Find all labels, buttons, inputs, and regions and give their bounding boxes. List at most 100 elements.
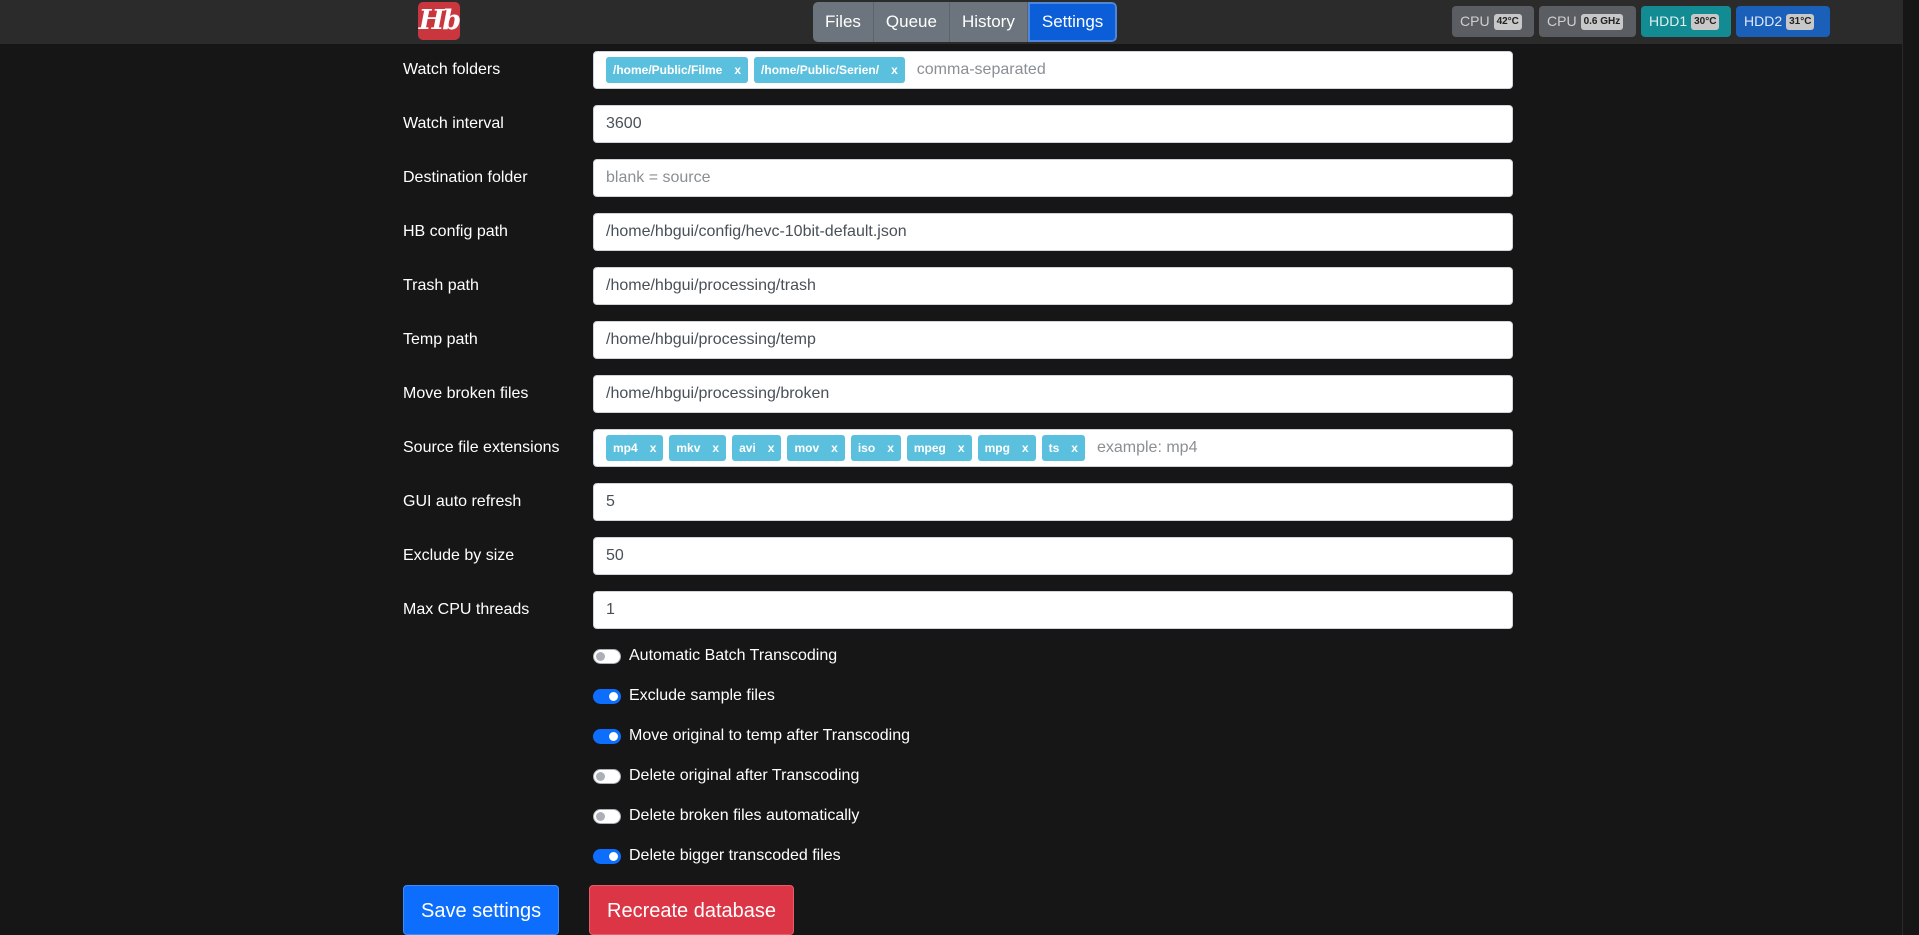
toggle-label: Delete bigger transcoded files <box>629 847 841 864</box>
switch-toggle[interactable] <box>593 728 621 744</box>
toggle-label: Delete broken files automatically <box>629 807 860 824</box>
tag-remove-icon[interactable]: x <box>1022 435 1029 461</box>
status-badges: CPU 42°C CPU 0.6 GHz HDD1 30°C HDD2 31°C <box>1452 6 1835 37</box>
trash-path-label: Trash path <box>403 277 479 294</box>
switch-toggle[interactable] <box>593 768 621 784</box>
cpu-temp-badge: CPU 42°C <box>1452 6 1534 37</box>
badge-label: HDD1 <box>1649 13 1688 29</box>
extension-tag: mkv x <box>669 435 727 461</box>
tag-remove-icon[interactable]: x <box>712 435 719 461</box>
move-broken-files-input[interactable]: /home/hbgui/processing/broken <box>593 375 1513 413</box>
toggle-label: Delete original after Transcoding <box>629 767 860 784</box>
source-file-extensions-label: Source file extensions <box>403 439 560 456</box>
toggle-exclude-sample-files[interactable]: Exclude sample files <box>593 684 775 708</box>
extension-tag: ts x <box>1041 435 1085 461</box>
main-nav-tabs: Files Queue History Settings <box>813 2 1118 42</box>
tag-text: mp4 <box>613 441 638 455</box>
watch-folders-input[interactable]: /home/Public/Filme x /home/Public/Serien… <box>593 51 1513 89</box>
watch-folders-row: Watch folders /home/Public/Filme x /home… <box>403 51 1513 89</box>
switch-toggle[interactable] <box>593 688 621 704</box>
toggle-delete-original[interactable]: Delete original after Transcoding <box>593 764 859 788</box>
extension-tag: mp4 x <box>606 435 664 461</box>
tag-remove-icon[interactable]: x <box>891 57 898 83</box>
max-cpu-threads-row: Max CPU threads 1 <box>403 591 1513 629</box>
badge-value: 31°C <box>1786 13 1815 30</box>
trash-path-input[interactable]: /home/hbgui/processing/trash <box>593 267 1513 305</box>
tag-remove-icon[interactable]: x <box>650 435 657 461</box>
watch-folders-label: Watch folders <box>403 61 501 78</box>
toggle-delete-broken-files[interactable]: Delete broken files automatically <box>593 804 859 828</box>
exclude-by-size-input[interactable]: 50 <box>593 537 1513 575</box>
move-broken-files-row: Move broken files /home/hbgui/processing… <box>403 375 1513 413</box>
max-cpu-threads-label: Max CPU threads <box>403 601 530 618</box>
tag-remove-icon[interactable]: x <box>734 57 741 83</box>
page-scrollbar[interactable] <box>1902 0 1919 935</box>
extension-tag: avi x <box>732 435 782 461</box>
tab-settings[interactable]: Settings <box>1027 2 1118 42</box>
badge-value: 0.6 GHz <box>1580 13 1624 30</box>
hb-config-path-input[interactable]: /home/hbgui/config/hevc-10bit-default.js… <box>593 213 1513 251</box>
tag-text: /home/Public/Serien/ <box>761 63 880 77</box>
extension-tag: mpg x <box>977 435 1036 461</box>
destination-folder-label: Destination folder <box>403 169 528 186</box>
gui-auto-refresh-input[interactable]: 5 <box>593 483 1513 521</box>
hdd1-temp-badge: HDD1 30°C <box>1641 6 1731 37</box>
hb-config-path-row: HB config path /home/hbgui/config/hevc-1… <box>403 213 1513 251</box>
tag-remove-icon[interactable]: x <box>831 435 838 461</box>
recreate-database-button[interactable]: Recreate database <box>589 885 795 935</box>
tag-text: mkv <box>676 441 701 455</box>
extension-tag: mov x <box>787 435 845 461</box>
toggle-move-original-to-temp[interactable]: Move original to temp after Transcoding <box>593 724 910 748</box>
toggle-automatic-batch-transcoding[interactable]: Automatic Batch Transcoding <box>593 644 837 668</box>
badge-value: 30°C <box>1691 13 1720 30</box>
temp-path-input[interactable]: /home/hbgui/processing/temp <box>593 321 1513 359</box>
temp-path-row: Temp path /home/hbgui/processing/temp <box>403 321 1513 359</box>
move-broken-files-label: Move broken files <box>403 385 529 402</box>
badge-label: CPU <box>1547 13 1577 29</box>
destination-folder-row: Destination folder blank = source <box>403 159 1513 197</box>
folder-tag: /home/Public/Filme x <box>606 57 749 83</box>
tag-input-placeholder[interactable]: comma-separated <box>917 52 1046 88</box>
temp-path-label: Temp path <box>403 331 478 348</box>
source-file-extensions-input[interactable]: mp4 x mkv x avi x mov x iso x mpeg x mpg x ts x … <box>593 429 1513 467</box>
exclude-by-size-label: Exclude by size <box>403 547 515 564</box>
switch-toggle[interactable] <box>593 648 621 664</box>
watch-interval-input[interactable]: 3600 <box>593 105 1513 143</box>
folder-tag: /home/Public/Serien/ x <box>754 57 905 83</box>
badge-value: 42°C <box>1493 13 1522 30</box>
tab-history[interactable]: History <box>949 2 1028 42</box>
switch-toggle[interactable] <box>593 848 621 864</box>
exclude-by-size-row: Exclude by size 50 <box>403 537 1513 575</box>
tag-remove-icon[interactable]: x <box>768 435 775 461</box>
watch-interval-label: Watch interval <box>403 115 504 132</box>
tag-text: /home/Public/Filme <box>613 63 723 77</box>
tag-text: avi <box>739 441 756 455</box>
badge-label: HDD2 <box>1744 13 1783 29</box>
tag-remove-icon[interactable]: x <box>958 435 965 461</box>
tag-input-placeholder[interactable]: example: mp4 <box>1097 430 1198 466</box>
extension-tag: mpeg x <box>906 435 972 461</box>
source-file-extensions-row: Source file extensions mp4 x mkv x avi x mo… <box>403 429 1513 467</box>
destination-folder-input[interactable]: blank = source <box>593 159 1513 197</box>
toggle-delete-bigger-transcoded[interactable]: Delete bigger transcoded files <box>593 844 841 868</box>
top-navbar: Hb Files Queue History Settings CPU 42°C… <box>0 0 1919 44</box>
tag-text: iso <box>857 441 876 455</box>
max-cpu-threads-input[interactable]: 1 <box>593 591 1513 629</box>
tag-remove-icon[interactable]: x <box>887 435 894 461</box>
tab-queue[interactable]: Queue <box>873 2 950 42</box>
tag-text: ts <box>1048 441 1060 455</box>
tag-text: mpeg <box>913 441 946 455</box>
toggle-label: Automatic Batch Transcoding <box>629 647 838 664</box>
hdd2-temp-badge: HDD2 31°C <box>1736 6 1830 37</box>
trash-path-row: Trash path /home/hbgui/processing/trash <box>403 267 1513 305</box>
save-settings-button[interactable]: Save settings <box>403 885 560 935</box>
toggle-label: Move original to temp after Transcoding <box>629 727 911 744</box>
watch-interval-row: Watch interval 3600 <box>403 105 1513 143</box>
tag-remove-icon[interactable]: x <box>1071 435 1078 461</box>
switch-toggle[interactable] <box>593 808 621 824</box>
hb-config-path-label: HB config path <box>403 223 508 240</box>
app-logo[interactable]: Hb <box>418 2 461 40</box>
toggle-label: Exclude sample files <box>629 687 775 704</box>
tag-text: mpg <box>984 441 1010 455</box>
tab-files[interactable]: Files <box>813 2 874 42</box>
